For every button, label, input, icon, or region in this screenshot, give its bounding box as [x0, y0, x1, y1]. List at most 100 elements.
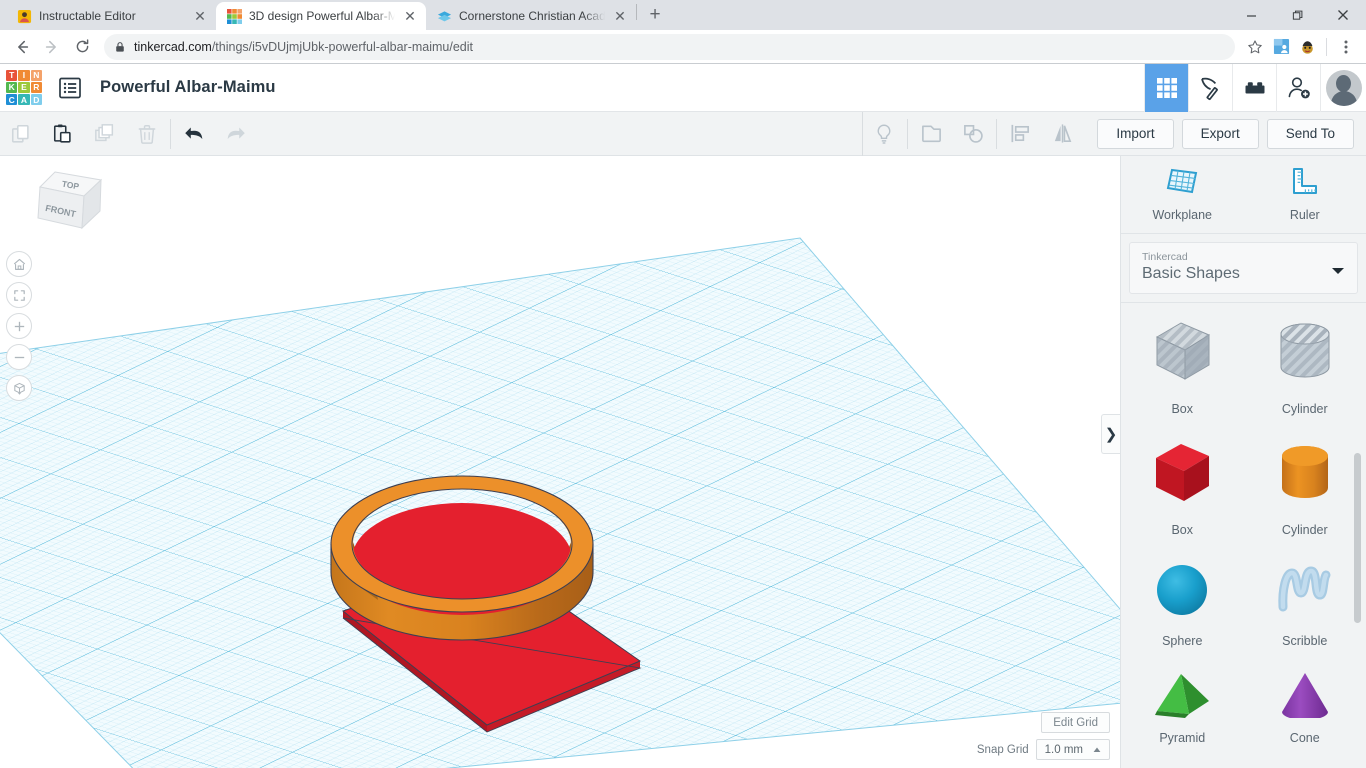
browser-tab-2[interactable]: Cornerstone Christian Academy ✕: [426, 2, 636, 30]
new-tab-button[interactable]: +: [641, 1, 669, 29]
shape-label: Pyramid: [1159, 731, 1206, 745]
align-button[interactable]: [999, 112, 1041, 156]
shape-label: Cylinder: [1281, 402, 1328, 416]
toolbar-divider: [996, 118, 998, 149]
shape-label: Sphere: [1162, 634, 1203, 648]
window-minimize-button[interactable]: [1228, 0, 1274, 30]
paste-button[interactable]: [42, 112, 84, 156]
logo-tile: D: [30, 94, 42, 106]
zoom-in-button[interactable]: [6, 313, 32, 339]
import-button[interactable]: Import: [1097, 118, 1174, 149]
mirror-button[interactable]: [1041, 112, 1083, 156]
pickaxe-minecraft-icon[interactable]: [1188, 63, 1232, 112]
group-button[interactable]: [910, 112, 952, 156]
close-icon[interactable]: ✕: [402, 8, 418, 24]
delete-button[interactable]: [126, 112, 168, 156]
home-view-button[interactable]: [6, 251, 32, 277]
duplicate-button[interactable]: [84, 112, 126, 156]
workplane-tool[interactable]: Workplane: [1121, 156, 1244, 233]
shapes-scrollbar-thumb[interactable]: [1354, 453, 1361, 623]
shape-item-sphere[interactable]: Sphere: [1121, 559, 1244, 648]
browser-tab-title: Instructable Editor: [39, 9, 136, 23]
logo-tile: N: [30, 69, 42, 81]
back-arrow-icon[interactable]: [8, 33, 36, 61]
extension-icon[interactable]: [1295, 35, 1319, 59]
shape-label: Cone: [1289, 731, 1320, 745]
snap-grid-label: Snap Grid: [976, 743, 1029, 756]
chevron-down-icon: [1332, 268, 1344, 274]
tinkercad-icon: [226, 8, 242, 24]
fit-to-view-button[interactable]: [6, 282, 32, 308]
ruler-tool-label: Ruler: [1289, 208, 1320, 222]
editor-stage: TOP FRONT Edit Grid Snap Grid 1.0 mm ❯ W…: [0, 156, 1366, 768]
redo-button[interactable]: [215, 112, 257, 156]
chevron-up-icon: [1093, 747, 1101, 753]
show-hide-button[interactable]: [863, 112, 905, 156]
collapse-panel-button[interactable]: ❯: [1101, 414, 1120, 454]
shape-item-box-red[interactable]: Box: [1121, 438, 1244, 537]
projection-toggle-button[interactable]: [6, 375, 32, 401]
browser-tab-0[interactable]: Instructable Editor ✕: [6, 2, 216, 30]
shape-item-scribble[interactable]: Scribble: [1244, 559, 1366, 648]
browser-tab-title: 3D design Powerful Albar-Maimu: [249, 9, 395, 23]
edit-grid-button[interactable]: Edit Grid: [1041, 712, 1110, 733]
workplane-tool-label: Workplane: [1152, 208, 1213, 222]
instructables-icon: [16, 8, 32, 24]
list-menu-icon[interactable]: [56, 74, 84, 102]
close-icon[interactable]: ✕: [612, 8, 628, 24]
add-person-icon[interactable]: [1276, 63, 1320, 112]
tinkercad-logo-icon[interactable]: T I N K E R C A D: [6, 69, 42, 106]
grid-gallery-icon[interactable]: [1144, 63, 1188, 112]
shape-label: Box: [1171, 402, 1194, 416]
star-icon[interactable]: [1243, 35, 1267, 59]
shape-library-value: Basic Shapes: [1142, 265, 1240, 282]
grid-controls: Edit Grid Snap Grid 1.0 mm: [977, 712, 1110, 760]
send-to-button[interactable]: Send To: [1266, 118, 1354, 149]
user-avatar: [1325, 69, 1362, 106]
url-path: /things/i5vDUjmjUbk-powerful-albar-maimu…: [211, 39, 474, 54]
three-dot-menu-icon[interactable]: [1334, 35, 1358, 59]
file-actions-group: Import Export Send To: [1097, 118, 1366, 149]
window-maximize-button[interactable]: [1274, 0, 1320, 30]
window-controls: [1228, 0, 1366, 30]
ruler-tool[interactable]: Ruler: [1244, 156, 1366, 233]
snap-grid-select[interactable]: 1.0 mm: [1035, 739, 1110, 760]
extension-icon[interactable]: [1269, 35, 1293, 59]
close-icon[interactable]: ✕: [192, 8, 208, 24]
browser-toolbar-right: [1243, 35, 1358, 59]
lego-brick-icon[interactable]: [1232, 63, 1276, 112]
shape-library-provider: Tinkercad: [1142, 251, 1188, 263]
undo-button[interactable]: [173, 112, 215, 156]
shapes-list[interactable]: Box Cylinder Box Cylinder Sphere Scribbl…: [1121, 303, 1366, 768]
window-close-button[interactable]: [1320, 0, 1366, 30]
logo-tile: C: [6, 94, 18, 106]
shape-item-cone[interactable]: Cone: [1244, 670, 1366, 745]
browser-tab-1[interactable]: 3D design Powerful Albar-Maimu ✕: [216, 2, 426, 30]
address-bar[interactable]: tinkercad.com/things/i5vDUjmjUbk-powerfu…: [104, 33, 1235, 60]
logo-tile: I: [18, 69, 30, 81]
url-domain: tinkercad.com: [134, 39, 212, 54]
address-bar-url: tinkercad.com/things/i5vDUjmjUbk-powerfu…: [134, 40, 473, 54]
tab-separator: [636, 4, 637, 20]
export-button[interactable]: Export: [1181, 118, 1259, 149]
copy-button[interactable]: [0, 112, 42, 156]
shape-label: Cylinder: [1281, 523, 1328, 537]
panel-tools-row: Workplane Ruler: [1121, 156, 1366, 234]
shape-item-cylinder-orange[interactable]: Cylinder: [1244, 438, 1366, 537]
3d-viewport[interactable]: TOP FRONT Edit Grid Snap Grid 1.0 mm ❯: [0, 156, 1120, 768]
ungroup-button[interactable]: [952, 112, 994, 156]
shape-library-selector[interactable]: Tinkercad Basic Shapes: [1129, 242, 1358, 294]
pyramid-icon: [1145, 670, 1219, 723]
sphere-icon: [1145, 559, 1219, 626]
avatar[interactable]: [1320, 63, 1366, 112]
shape-item-cylinder-hatched[interactable]: Cylinder: [1244, 317, 1366, 416]
zoom-out-button[interactable]: [6, 344, 32, 370]
hatched-cylinder-icon: [1268, 317, 1342, 394]
view-cube[interactable]: TOP FRONT: [22, 166, 112, 246]
reload-arrow-icon[interactable]: [68, 33, 96, 61]
page-title[interactable]: Powerful Albar-Maimu: [100, 78, 276, 97]
ruler-icon: [1288, 167, 1322, 202]
shape-item-pyramid[interactable]: Pyramid: [1121, 670, 1244, 745]
shape-library-selector-wrap: Tinkercad Basic Shapes: [1121, 234, 1366, 294]
shape-item-box-hatched[interactable]: Box: [1121, 317, 1244, 416]
